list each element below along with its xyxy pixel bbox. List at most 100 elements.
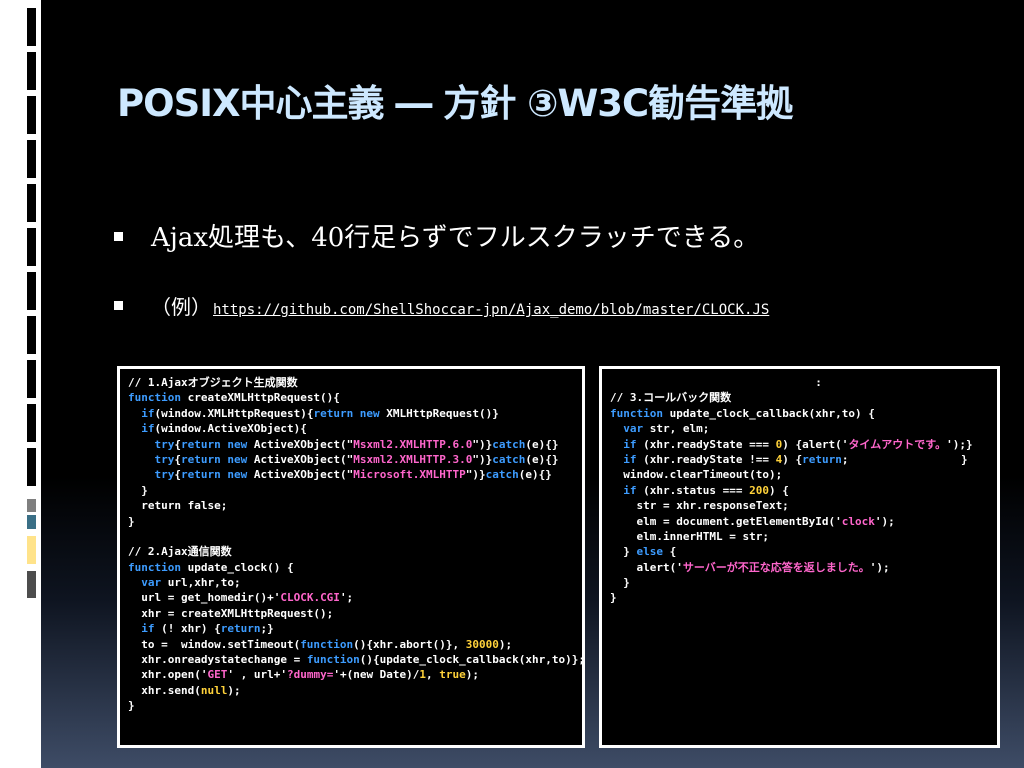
code-token: ); — [465, 668, 480, 682]
code-token: function — [128, 560, 181, 574]
code-token: return new — [313, 406, 380, 420]
code-token: var — [623, 422, 644, 436]
decor-bar-gray — [27, 499, 36, 512]
code-token: } — [128, 699, 135, 713]
code-token: clock — [841, 514, 875, 528]
code-token: ); — [498, 637, 513, 651]
code-token: try — [154, 437, 175, 451]
code-token: ActiveXObject(" — [247, 468, 354, 482]
code-token: (e){} — [525, 437, 559, 451]
code-token: ) { — [782, 452, 803, 466]
code-token: str, elm; — [643, 422, 710, 436]
code-token: true — [439, 668, 466, 682]
code-token: xhr.onreadystatechange = — [128, 653, 307, 667]
code-line: url = get_homedir()+'CLOCK.CGI'; — [128, 590, 574, 605]
code-line: function update_clock_callback(xhr,to) { — [610, 406, 989, 421]
decor-stripe — [27, 272, 36, 310]
code-token: Msxml2.XMLHTTP.3.0 — [353, 452, 473, 466]
code-token: ');} — [946, 437, 973, 451]
decor-bar-teal — [27, 515, 36, 529]
code-token: if — [141, 622, 155, 636]
bullet-item: Ajax処理も、40行足らずでフルスクラッチできる。 — [114, 217, 759, 254]
code-line: xhr.send(null); — [128, 683, 574, 698]
code-line: if (xhr.readyState !== 4) {return; } — [610, 452, 989, 467]
code-token: return new — [181, 437, 248, 451]
bullet-item: （例） https://github.com/ShellShoccar-jpn/A… — [114, 291, 769, 320]
code-token: function — [306, 653, 360, 667]
code-token: ")} — [472, 437, 493, 451]
code-token: xhr = createXMLHttpRequest(); — [128, 606, 334, 620]
code-token: : — [610, 376, 822, 389]
code-token: return false; — [128, 499, 228, 513]
code-token: Msxml2.XMLHTTP.6.0 — [353, 437, 473, 451]
code-token: catch — [485, 468, 519, 482]
github-link[interactable]: https://github.com/ShellShoccar-jpn/Ajax… — [213, 302, 769, 318]
code-token: str = xhr.responseText; — [610, 499, 789, 513]
decor-stripe — [27, 316, 36, 354]
code-line: // 1.Ajaxオブジェクト生成関数 — [128, 375, 574, 390]
code-token: createXMLHttpRequest(){ — [180, 391, 340, 405]
code-token: { — [174, 437, 181, 451]
code-token: } — [610, 545, 637, 559]
code-line: try{return new ActiveXObject("Microsoft.… — [128, 467, 574, 482]
code-token: // 2.Ajax通信関数 — [128, 545, 232, 559]
code-token: CLOCK.CGI — [280, 591, 340, 605]
code-token: } — [610, 591, 617, 605]
code-token: } — [128, 514, 135, 528]
code-line: if(window.ActiveXObject){ — [128, 421, 574, 436]
code-token: if — [141, 406, 155, 420]
code-token: '); — [869, 560, 890, 574]
code-token: window.clearTimeout(to); — [610, 468, 783, 482]
slide-title: POSIX中心主義 ― 方針 ③W3C勧告準拠 — [117, 82, 793, 125]
code-token: (xhr.readyState !== — [636, 452, 776, 466]
code-line: } else { — [610, 544, 989, 559]
code-line: // 2.Ajax通信関数 — [128, 544, 574, 559]
square-bullet-icon — [114, 301, 123, 310]
code-token: } — [128, 483, 148, 497]
code-token: else — [636, 545, 664, 559]
code-token: if — [623, 452, 637, 466]
code-token: ;} — [260, 622, 274, 636]
code-line: } — [610, 590, 989, 605]
code-line: alert('サーバーが不正な応答を返しました。'); — [610, 560, 989, 575]
code-line: } — [128, 698, 574, 713]
code-token: { — [174, 452, 181, 466]
code-token: '+(new Date)/ — [333, 668, 420, 682]
code-token: '); — [874, 514, 895, 528]
code-token: } — [610, 576, 630, 590]
code-token: return new — [181, 468, 248, 482]
code-token: update_clock() { — [180, 560, 294, 574]
code-token: { — [663, 545, 677, 559]
decor-stripe — [27, 52, 36, 90]
code-line: var str, elm; — [610, 421, 989, 436]
code-token: : — [128, 745, 313, 748]
code-line: to = window.setTimeout(function(){xhr.ab… — [128, 637, 574, 652]
decor-stripe — [27, 404, 36, 442]
code-line: } — [610, 575, 989, 590]
code-token: function — [300, 637, 354, 651]
decor-stripe — [27, 360, 36, 398]
code-token: elm = document.getElementById(' — [610, 514, 842, 528]
code-token: return — [802, 452, 842, 466]
code-token: ActiveXObject(" — [247, 452, 354, 466]
decor-stripe — [27, 8, 36, 46]
square-bullet-icon — [114, 231, 123, 241]
code-token: try — [154, 468, 175, 482]
code-token: ' , url+' — [227, 668, 287, 682]
code-token: function — [610, 406, 663, 420]
code-token: (! xhr) { — [154, 622, 221, 636]
code-token: ); — [227, 683, 241, 697]
code-token: elm.innerHTML = str; — [610, 529, 769, 543]
code-token: サーバーが不正な応答を返しました。 — [682, 560, 870, 574]
code-token: try — [154, 452, 175, 466]
code-token: (xhr.status === — [636, 483, 750, 497]
bullet-text: Ajax処理も、40行足らずでフルスクラッチできる。 — [151, 223, 760, 253]
code-token: if — [623, 437, 637, 451]
code-token: GET — [207, 668, 228, 682]
code-line: elm.innerHTML = str; — [610, 529, 989, 544]
